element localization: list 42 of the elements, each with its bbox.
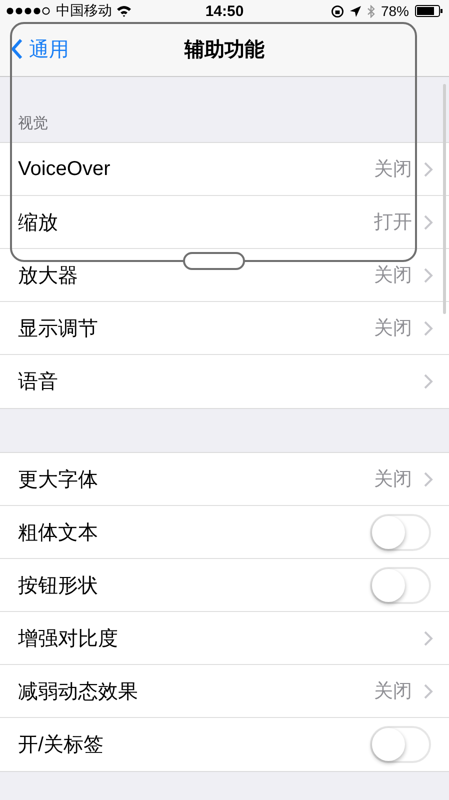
chevron-icon	[424, 320, 433, 336]
section-header: 视觉	[18, 114, 48, 133]
row-value: 关闭	[374, 158, 412, 182]
row-label: 开/关标签	[18, 734, 104, 756]
clock-time: 14:50	[205, 2, 244, 20]
toggle-switch[interactable]	[370, 726, 431, 763]
row-label: 按钮形状	[18, 574, 98, 596]
carrier-name: 中国移动	[56, 2, 112, 20]
battery-percent: 78%	[380, 3, 409, 19]
chevron-icon	[424, 374, 433, 389]
page-title: 辅助功能	[184, 38, 264, 60]
toggle-switch[interactable]	[370, 566, 431, 604]
row-label: VoiceOver	[18, 158, 110, 180]
row-label: 减弱动态效果	[18, 680, 138, 702]
row-value: 关闭	[374, 317, 412, 341]
row-label: 粗体文本	[18, 522, 98, 544]
chevron-icon	[424, 214, 433, 230]
chevron-icon	[424, 630, 433, 646]
wifi-icon	[116, 5, 132, 17]
back-button[interactable]: 通用	[0, 29, 69, 69]
bluetooth-icon	[366, 4, 375, 18]
signal-icon	[6, 7, 52, 15]
location-icon	[350, 6, 361, 16]
toggle-switch[interactable]	[370, 514, 431, 550]
row-label: 显示调节	[18, 318, 98, 340]
row-label: 增强对比度	[18, 628, 118, 650]
chevron-icon	[424, 684, 433, 698]
row-label: 放大器	[18, 264, 78, 286]
magnifier-handle[interactable]	[183, 252, 245, 270]
row-label: 更大字体	[18, 468, 98, 490]
row-label: 缩放	[18, 212, 58, 234]
row-value: 关闭	[374, 264, 412, 288]
chevron-icon	[424, 162, 433, 176]
back-chevron-icon	[10, 38, 23, 60]
chevron-icon	[424, 268, 433, 282]
battery-icon	[415, 5, 443, 17]
rotation-lock-icon	[330, 4, 344, 18]
row-value: 关闭	[374, 680, 412, 704]
chevron-icon	[424, 472, 433, 486]
row-value: 打开	[374, 211, 412, 235]
row-label: 语音	[18, 371, 58, 393]
row-value: 关闭	[374, 468, 412, 492]
